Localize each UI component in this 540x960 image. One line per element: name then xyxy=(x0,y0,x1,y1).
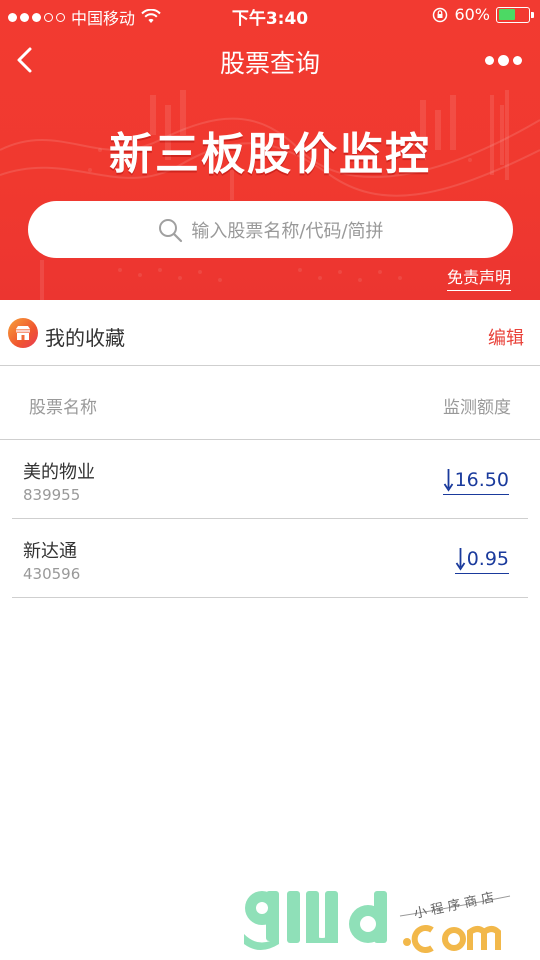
search-icon xyxy=(159,218,183,242)
nav-bar: 股票查询 xyxy=(0,30,540,90)
header-banner: 中国移动 下午3:40 60% 股票查询 新三板股价监控 输入股票名称/代码/简… xyxy=(0,0,540,300)
table-row[interactable]: 新达通 430596 0.95 xyxy=(12,519,528,598)
watermark-logo: 小 程 序 商 店 xyxy=(244,890,511,953)
monitor-value-text: 16.50 xyxy=(454,469,509,491)
battery-fill xyxy=(498,9,516,20)
disclaimer-link[interactable]: 免责声明 xyxy=(446,264,511,291)
down-arrow-icon xyxy=(455,548,465,571)
stock-code: 839955 xyxy=(23,486,81,504)
monitor-value[interactable]: 16.50 xyxy=(442,468,509,495)
banner-title: 新三板股价监控 xyxy=(109,129,431,180)
monitor-value[interactable]: 0.95 xyxy=(454,547,509,574)
stock-name: 新达通 xyxy=(23,541,77,562)
status-bar: 中国移动 下午3:40 60% xyxy=(0,0,540,30)
stock-name: 美的物业 xyxy=(23,462,95,483)
svg-text:小 程 序 商 店: 小 程 序 商 店 xyxy=(413,890,496,922)
battery-icon xyxy=(496,6,534,23)
page-title: 股票查询 xyxy=(219,49,320,78)
battery-percent: 60% xyxy=(454,5,490,24)
column-header-amount: 监测额度 xyxy=(443,398,511,418)
status-right: 60% xyxy=(432,5,534,24)
edit-button[interactable]: 编辑 xyxy=(488,324,524,350)
monitor-value-text: 0.95 xyxy=(466,548,509,570)
store-icon xyxy=(8,318,38,348)
favorites-header: 我的收藏 编辑 xyxy=(0,300,540,366)
search-placeholder: 输入股票名称/代码/简拼 xyxy=(191,220,384,242)
more-icon[interactable] xyxy=(485,55,522,66)
search-input[interactable]: 输入股票名称/代码/简拼 xyxy=(28,201,513,258)
table-row[interactable]: 美的物业 839955 16.50 xyxy=(12,440,528,519)
column-header-name: 股票名称 xyxy=(29,398,97,418)
stock-code: 430596 xyxy=(23,565,81,583)
table-header: 股票名称 监测额度 xyxy=(0,366,540,440)
down-arrow-icon xyxy=(443,469,453,492)
orientation-lock-icon xyxy=(433,7,448,22)
favorites-title: 我的收藏 xyxy=(45,326,125,350)
